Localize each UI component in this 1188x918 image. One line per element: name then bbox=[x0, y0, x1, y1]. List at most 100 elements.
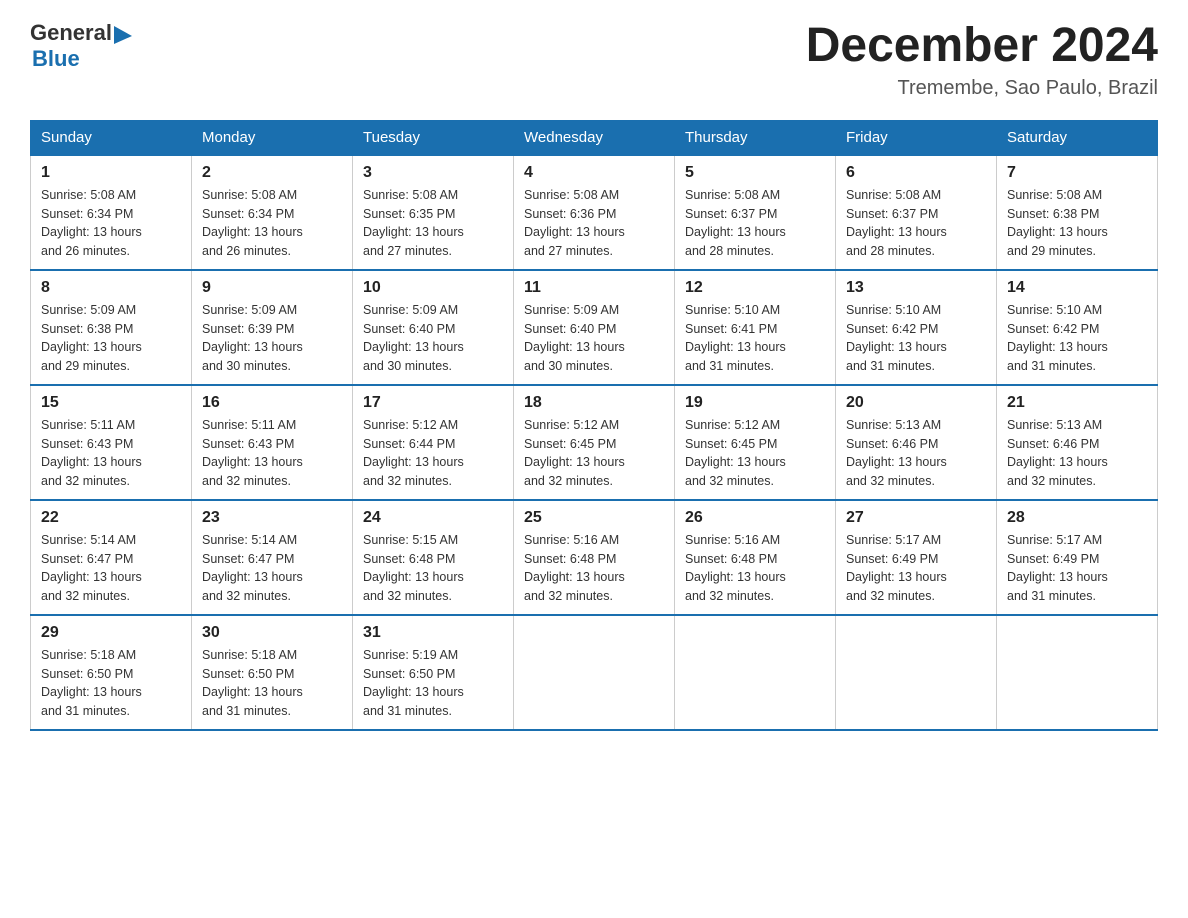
day-info: Sunrise: 5:16 AMSunset: 6:48 PMDaylight:… bbox=[685, 533, 786, 603]
day-info: Sunrise: 5:08 AMSunset: 6:37 PMDaylight:… bbox=[846, 188, 947, 258]
day-info: Sunrise: 5:14 AMSunset: 6:47 PMDaylight:… bbox=[41, 533, 142, 603]
week-row-3: 15 Sunrise: 5:11 AMSunset: 6:43 PMDaylig… bbox=[31, 385, 1158, 500]
week-row-4: 22 Sunrise: 5:14 AMSunset: 6:47 PMDaylig… bbox=[31, 500, 1158, 615]
calendar-cell: 15 Sunrise: 5:11 AMSunset: 6:43 PMDaylig… bbox=[31, 385, 192, 500]
day-number: 17 bbox=[363, 394, 503, 412]
day-info: Sunrise: 5:11 AMSunset: 6:43 PMDaylight:… bbox=[202, 418, 303, 488]
calendar-cell: 22 Sunrise: 5:14 AMSunset: 6:47 PMDaylig… bbox=[31, 500, 192, 615]
day-number: 15 bbox=[41, 394, 181, 412]
day-number: 11 bbox=[524, 279, 664, 297]
day-info: Sunrise: 5:08 AMSunset: 6:34 PMDaylight:… bbox=[202, 188, 303, 258]
calendar-cell: 14 Sunrise: 5:10 AMSunset: 6:42 PMDaylig… bbox=[997, 270, 1158, 385]
calendar-cell: 4 Sunrise: 5:08 AMSunset: 6:36 PMDayligh… bbox=[514, 155, 675, 270]
day-number: 3 bbox=[363, 164, 503, 182]
day-number: 2 bbox=[202, 164, 342, 182]
header-friday: Friday bbox=[836, 120, 997, 155]
day-number: 20 bbox=[846, 394, 986, 412]
title-block: December 2024 Tremembe, Sao Paulo, Brazi… bbox=[806, 20, 1158, 100]
logo: General Blue bbox=[30, 20, 134, 72]
day-number: 23 bbox=[202, 509, 342, 527]
day-number: 29 bbox=[41, 624, 181, 642]
calendar-cell: 9 Sunrise: 5:09 AMSunset: 6:39 PMDayligh… bbox=[192, 270, 353, 385]
day-info: Sunrise: 5:09 AMSunset: 6:39 PMDaylight:… bbox=[202, 303, 303, 373]
header-thursday: Thursday bbox=[675, 120, 836, 155]
calendar-cell: 1 Sunrise: 5:08 AMSunset: 6:34 PMDayligh… bbox=[31, 155, 192, 270]
calendar-cell: 21 Sunrise: 5:13 AMSunset: 6:46 PMDaylig… bbox=[997, 385, 1158, 500]
day-info: Sunrise: 5:14 AMSunset: 6:47 PMDaylight:… bbox=[202, 533, 303, 603]
calendar-cell: 12 Sunrise: 5:10 AMSunset: 6:41 PMDaylig… bbox=[675, 270, 836, 385]
calendar-cell: 18 Sunrise: 5:12 AMSunset: 6:45 PMDaylig… bbox=[514, 385, 675, 500]
day-info: Sunrise: 5:12 AMSunset: 6:44 PMDaylight:… bbox=[363, 418, 464, 488]
day-info: Sunrise: 5:12 AMSunset: 6:45 PMDaylight:… bbox=[685, 418, 786, 488]
day-number: 31 bbox=[363, 624, 503, 642]
calendar-cell: 19 Sunrise: 5:12 AMSunset: 6:45 PMDaylig… bbox=[675, 385, 836, 500]
day-number: 6 bbox=[846, 164, 986, 182]
day-info: Sunrise: 5:08 AMSunset: 6:36 PMDaylight:… bbox=[524, 188, 625, 258]
calendar-cell: 11 Sunrise: 5:09 AMSunset: 6:40 PMDaylig… bbox=[514, 270, 675, 385]
day-info: Sunrise: 5:08 AMSunset: 6:35 PMDaylight:… bbox=[363, 188, 464, 258]
day-number: 27 bbox=[846, 509, 986, 527]
day-info: Sunrise: 5:18 AMSunset: 6:50 PMDaylight:… bbox=[41, 648, 142, 718]
day-number: 7 bbox=[1007, 164, 1147, 182]
header-tuesday: Tuesday bbox=[353, 120, 514, 155]
calendar-cell: 30 Sunrise: 5:18 AMSunset: 6:50 PMDaylig… bbox=[192, 615, 353, 730]
day-info: Sunrise: 5:08 AMSunset: 6:34 PMDaylight:… bbox=[41, 188, 142, 258]
header-monday: Monday bbox=[192, 120, 353, 155]
day-number: 21 bbox=[1007, 394, 1147, 412]
day-number: 28 bbox=[1007, 509, 1147, 527]
day-info: Sunrise: 5:09 AMSunset: 6:40 PMDaylight:… bbox=[524, 303, 625, 373]
calendar-cell: 25 Sunrise: 5:16 AMSunset: 6:48 PMDaylig… bbox=[514, 500, 675, 615]
day-number: 16 bbox=[202, 394, 342, 412]
day-info: Sunrise: 5:10 AMSunset: 6:42 PMDaylight:… bbox=[846, 303, 947, 373]
calendar-cell: 29 Sunrise: 5:18 AMSunset: 6:50 PMDaylig… bbox=[31, 615, 192, 730]
calendar-cell: 16 Sunrise: 5:11 AMSunset: 6:43 PMDaylig… bbox=[192, 385, 353, 500]
day-info: Sunrise: 5:17 AMSunset: 6:49 PMDaylight:… bbox=[846, 533, 947, 603]
day-number: 24 bbox=[363, 509, 503, 527]
calendar-cell: 13 Sunrise: 5:10 AMSunset: 6:42 PMDaylig… bbox=[836, 270, 997, 385]
day-info: Sunrise: 5:18 AMSunset: 6:50 PMDaylight:… bbox=[202, 648, 303, 718]
day-number: 5 bbox=[685, 164, 825, 182]
day-info: Sunrise: 5:10 AMSunset: 6:41 PMDaylight:… bbox=[685, 303, 786, 373]
day-info: Sunrise: 5:16 AMSunset: 6:48 PMDaylight:… bbox=[524, 533, 625, 603]
calendar-cell bbox=[514, 615, 675, 730]
calendar-cell: 10 Sunrise: 5:09 AMSunset: 6:40 PMDaylig… bbox=[353, 270, 514, 385]
calendar-cell: 17 Sunrise: 5:12 AMSunset: 6:44 PMDaylig… bbox=[353, 385, 514, 500]
calendar-cell bbox=[675, 615, 836, 730]
calendar-cell: 8 Sunrise: 5:09 AMSunset: 6:38 PMDayligh… bbox=[31, 270, 192, 385]
calendar-cell: 24 Sunrise: 5:15 AMSunset: 6:48 PMDaylig… bbox=[353, 500, 514, 615]
day-info: Sunrise: 5:12 AMSunset: 6:45 PMDaylight:… bbox=[524, 418, 625, 488]
day-info: Sunrise: 5:15 AMSunset: 6:48 PMDaylight:… bbox=[363, 533, 464, 603]
calendar-cell bbox=[997, 615, 1158, 730]
month-title: December 2024 bbox=[806, 20, 1158, 73]
calendar-cell: 7 Sunrise: 5:08 AMSunset: 6:38 PMDayligh… bbox=[997, 155, 1158, 270]
day-number: 18 bbox=[524, 394, 664, 412]
calendar-cell: 23 Sunrise: 5:14 AMSunset: 6:47 PMDaylig… bbox=[192, 500, 353, 615]
header-wednesday: Wednesday bbox=[514, 120, 675, 155]
calendar-cell: 2 Sunrise: 5:08 AMSunset: 6:34 PMDayligh… bbox=[192, 155, 353, 270]
day-number: 19 bbox=[685, 394, 825, 412]
calendar-cell: 6 Sunrise: 5:08 AMSunset: 6:37 PMDayligh… bbox=[836, 155, 997, 270]
day-number: 9 bbox=[202, 279, 342, 297]
day-info: Sunrise: 5:13 AMSunset: 6:46 PMDaylight:… bbox=[1007, 418, 1108, 488]
day-number: 8 bbox=[41, 279, 181, 297]
day-info: Sunrise: 5:10 AMSunset: 6:42 PMDaylight:… bbox=[1007, 303, 1108, 373]
calendar-cell: 27 Sunrise: 5:17 AMSunset: 6:49 PMDaylig… bbox=[836, 500, 997, 615]
day-number: 25 bbox=[524, 509, 664, 527]
day-info: Sunrise: 5:19 AMSunset: 6:50 PMDaylight:… bbox=[363, 648, 464, 718]
header-sunday: Sunday bbox=[31, 120, 192, 155]
day-number: 26 bbox=[685, 509, 825, 527]
day-number: 12 bbox=[685, 279, 825, 297]
calendar-cell bbox=[836, 615, 997, 730]
week-row-5: 29 Sunrise: 5:18 AMSunset: 6:50 PMDaylig… bbox=[31, 615, 1158, 730]
week-row-1: 1 Sunrise: 5:08 AMSunset: 6:34 PMDayligh… bbox=[31, 155, 1158, 270]
calendar-cell: 20 Sunrise: 5:13 AMSunset: 6:46 PMDaylig… bbox=[836, 385, 997, 500]
day-number: 30 bbox=[202, 624, 342, 642]
day-number: 22 bbox=[41, 509, 181, 527]
calendar-cell: 3 Sunrise: 5:08 AMSunset: 6:35 PMDayligh… bbox=[353, 155, 514, 270]
day-number: 14 bbox=[1007, 279, 1147, 297]
day-info: Sunrise: 5:09 AMSunset: 6:38 PMDaylight:… bbox=[41, 303, 142, 373]
calendar-cell: 26 Sunrise: 5:16 AMSunset: 6:48 PMDaylig… bbox=[675, 500, 836, 615]
day-info: Sunrise: 5:11 AMSunset: 6:43 PMDaylight:… bbox=[41, 418, 142, 488]
week-row-2: 8 Sunrise: 5:09 AMSunset: 6:38 PMDayligh… bbox=[31, 270, 1158, 385]
day-number: 1 bbox=[41, 164, 181, 182]
